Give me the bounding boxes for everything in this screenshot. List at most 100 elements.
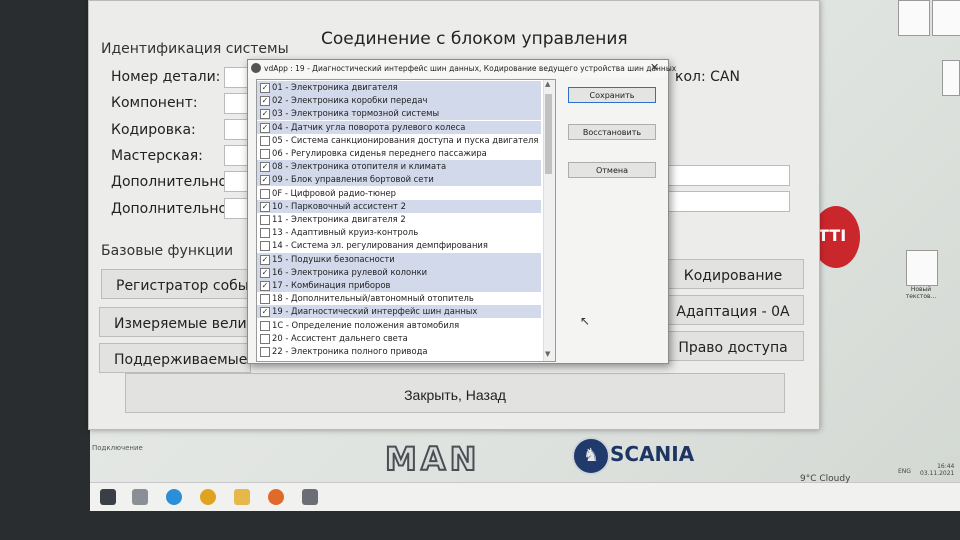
scroll-thumb[interactable] — [545, 94, 552, 174]
separator: - — [282, 240, 292, 251]
list-item-label: 18 - Дополнительный/автономный отопитель — [272, 293, 474, 303]
checkbox[interactable] — [260, 347, 270, 357]
chrome-browser-icon[interactable] — [200, 489, 216, 505]
checkbox[interactable]: ✓ — [260, 122, 270, 133]
list-item-name: Электроника тормозной системы — [291, 108, 440, 119]
checkbox[interactable] — [260, 228, 270, 239]
checkbox[interactable]: ✓ — [260, 267, 270, 278]
list-item[interactable]: 18 - Дополнительный/автономный отопитель — [257, 292, 541, 305]
checkbox[interactable] — [260, 188, 270, 199]
field-label-coding: Кодировка: — [111, 122, 196, 138]
list-item-name: Датчик угла поворота рулевого колеса — [291, 121, 466, 132]
scroll-down-icon[interactable]: ▼ — [545, 350, 550, 358]
checkbox[interactable] — [260, 333, 270, 344]
list-item-label: 06 - Регулировка сиденья переднего пасса… — [272, 148, 487, 158]
separator: - — [282, 161, 292, 172]
list-item-code: 08 — [272, 161, 283, 172]
checkbox[interactable] — [260, 149, 270, 159]
list-item-code: 18 — [272, 293, 283, 304]
file-explorer-icon[interactable] — [234, 489, 250, 505]
list-item-code: 03 — [272, 108, 283, 119]
dialog-titlebar[interactable]: vdApp : 19 - Диагностический интерфейс ш… — [248, 60, 676, 78]
checkbox[interactable] — [260, 215, 270, 225]
save-button[interactable]: Сохранить — [568, 87, 656, 103]
firefox-browser-icon[interactable] — [268, 489, 284, 505]
list-item[interactable]: 22 - Электроника полного привода — [257, 345, 541, 358]
close-icon[interactable]: ✕ — [650, 61, 659, 74]
checkbox[interactable] — [260, 135, 270, 146]
list-item-code: 17 — [272, 280, 283, 290]
list-item-label: 09 - Блок управления бортовой сети — [272, 174, 434, 184]
checkbox[interactable] — [260, 241, 270, 252]
checkbox[interactable]: ✓ — [260, 162, 270, 173]
clock[interactable]: 16:44 03.11.2021 — [920, 463, 954, 477]
separator: - — [282, 346, 292, 356]
close-back-button[interactable]: Закрыть, Назад — [125, 373, 785, 413]
list-item[interactable]: 13 - Адаптивный круиз-контроль — [257, 226, 541, 239]
list-item-name: Электроника двигателя — [291, 82, 398, 92]
control-unit-list[interactable]: ✓ 01 - Электроника двигателя ✓ 02 - Электро… — [256, 79, 556, 362]
list-item-name: Электроника коробки передач — [291, 95, 428, 106]
app-icon — [251, 63, 261, 73]
scroll-up-icon[interactable]: ▲ — [545, 80, 550, 88]
checkbox[interactable]: ✓ — [260, 307, 270, 318]
list-item-name: Электроника отопителя и климата — [291, 161, 447, 172]
window-title: Соединение с блоком управления — [321, 29, 628, 49]
checkbox[interactable]: ✓ — [260, 254, 270, 265]
file-icon[interactable] — [932, 0, 960, 36]
cancel-button[interactable]: Отмена — [568, 162, 656, 178]
list-item[interactable]: ✓ 19 - Диагностический интерфейс шин данн… — [257, 305, 541, 319]
checkbox[interactable] — [260, 320, 270, 331]
checkbox[interactable]: ✓ — [260, 96, 270, 107]
coding-dialog: vdApp : 19 - Диагностический интерфейс ш… — [247, 59, 676, 364]
list-item-name: Система эл. регулирования демпфирования — [291, 240, 488, 251]
access-right-button[interactable]: Право доступа — [668, 331, 804, 361]
list-item[interactable]: ✓ 08 - Электроника отопителя и климата — [257, 160, 541, 174]
list-item[interactable]: ✓ 01 - Электроника двигателя — [257, 81, 541, 94]
list-item-name: Регулировка сиденья переднего пассажира — [291, 148, 487, 158]
list-item[interactable]: ✓ 16 - Электроника рулевой колонки — [257, 265, 541, 279]
windows-start-icon[interactable] — [100, 489, 116, 505]
adaptation-button[interactable]: Адаптация - 0A — [668, 295, 804, 325]
list-item-name: Система санкционирования доступа и пуска… — [291, 134, 539, 145]
list-item[interactable]: ✓ 10 - Парковочный ассистент 2 — [257, 199, 541, 213]
document-icon[interactable] — [898, 0, 930, 36]
list-item[interactable]: ✓ 15 - Подушки безопасности — [257, 252, 541, 266]
language-indicator[interactable]: ENG — [898, 468, 911, 475]
weather-widget[interactable]: 9°C Cloudy — [800, 474, 850, 484]
additional-field-1-right[interactable] — [668, 165, 790, 186]
list-item[interactable]: 05 - Система санкционирования доступа и … — [257, 134, 541, 147]
checkbox[interactable]: ✓ — [260, 175, 270, 186]
list-item-code: 02 — [272, 95, 283, 106]
list-item[interactable]: 0F - Цифровой радио-тюнер — [257, 187, 541, 200]
list-item[interactable]: ✓ 04 - Датчик угла поворота рулевого коле… — [257, 120, 541, 134]
list-item[interactable]: 1C - Определение положения автомобиля — [257, 319, 541, 332]
event-recorder-button[interactable]: Регистратор событи — [101, 269, 251, 299]
checkbox[interactable]: ✓ — [260, 83, 270, 93]
supported-codes-button[interactable]: Поддерживаемые ко — [99, 343, 251, 373]
task-view-icon[interactable] — [132, 489, 148, 505]
measured-values-button[interactable]: Измеряемые величи — [99, 307, 251, 337]
coding-button[interactable]: Кодирование — [668, 259, 804, 289]
list-item[interactable]: 20 - Ассистент дальнего света — [257, 332, 541, 345]
checkbox[interactable] — [260, 294, 270, 305]
document-icon[interactable] — [942, 60, 960, 96]
list-item[interactable]: 11 - Электроника двигателя 2 — [257, 213, 541, 226]
list-item-code: 06 — [272, 148, 283, 158]
additional-field-2-right[interactable] — [668, 191, 790, 212]
checkbox[interactable]: ✓ — [260, 109, 270, 120]
list-item[interactable]: ✓ 17 - Комбинация приборов — [257, 279, 541, 292]
list-item-label: 10 - Парковочный ассистент 2 — [272, 201, 406, 211]
list-item[interactable]: 14 - Система эл. регулирования демпфиров… — [257, 239, 541, 252]
checkbox[interactable]: ✓ — [260, 201, 270, 212]
list-item[interactable]: 06 - Регулировка сиденья переднего пасса… — [257, 147, 541, 160]
checkbox[interactable]: ✓ — [260, 281, 270, 291]
vdapp-icon[interactable] — [302, 489, 318, 505]
field-label-additional-2: Дополнительно: — [111, 201, 232, 217]
text-file-icon[interactable] — [906, 250, 938, 286]
list-item[interactable]: ✓ 02 - Электроника коробки передач — [257, 94, 541, 108]
list-item[interactable]: ✓ 03 - Электроника тормозной системы — [257, 107, 541, 121]
edge-browser-icon[interactable] — [166, 489, 182, 505]
restore-button[interactable]: Восстановить — [568, 124, 656, 140]
list-item[interactable]: ✓ 09 - Блок управления бортовой сети — [257, 173, 541, 187]
